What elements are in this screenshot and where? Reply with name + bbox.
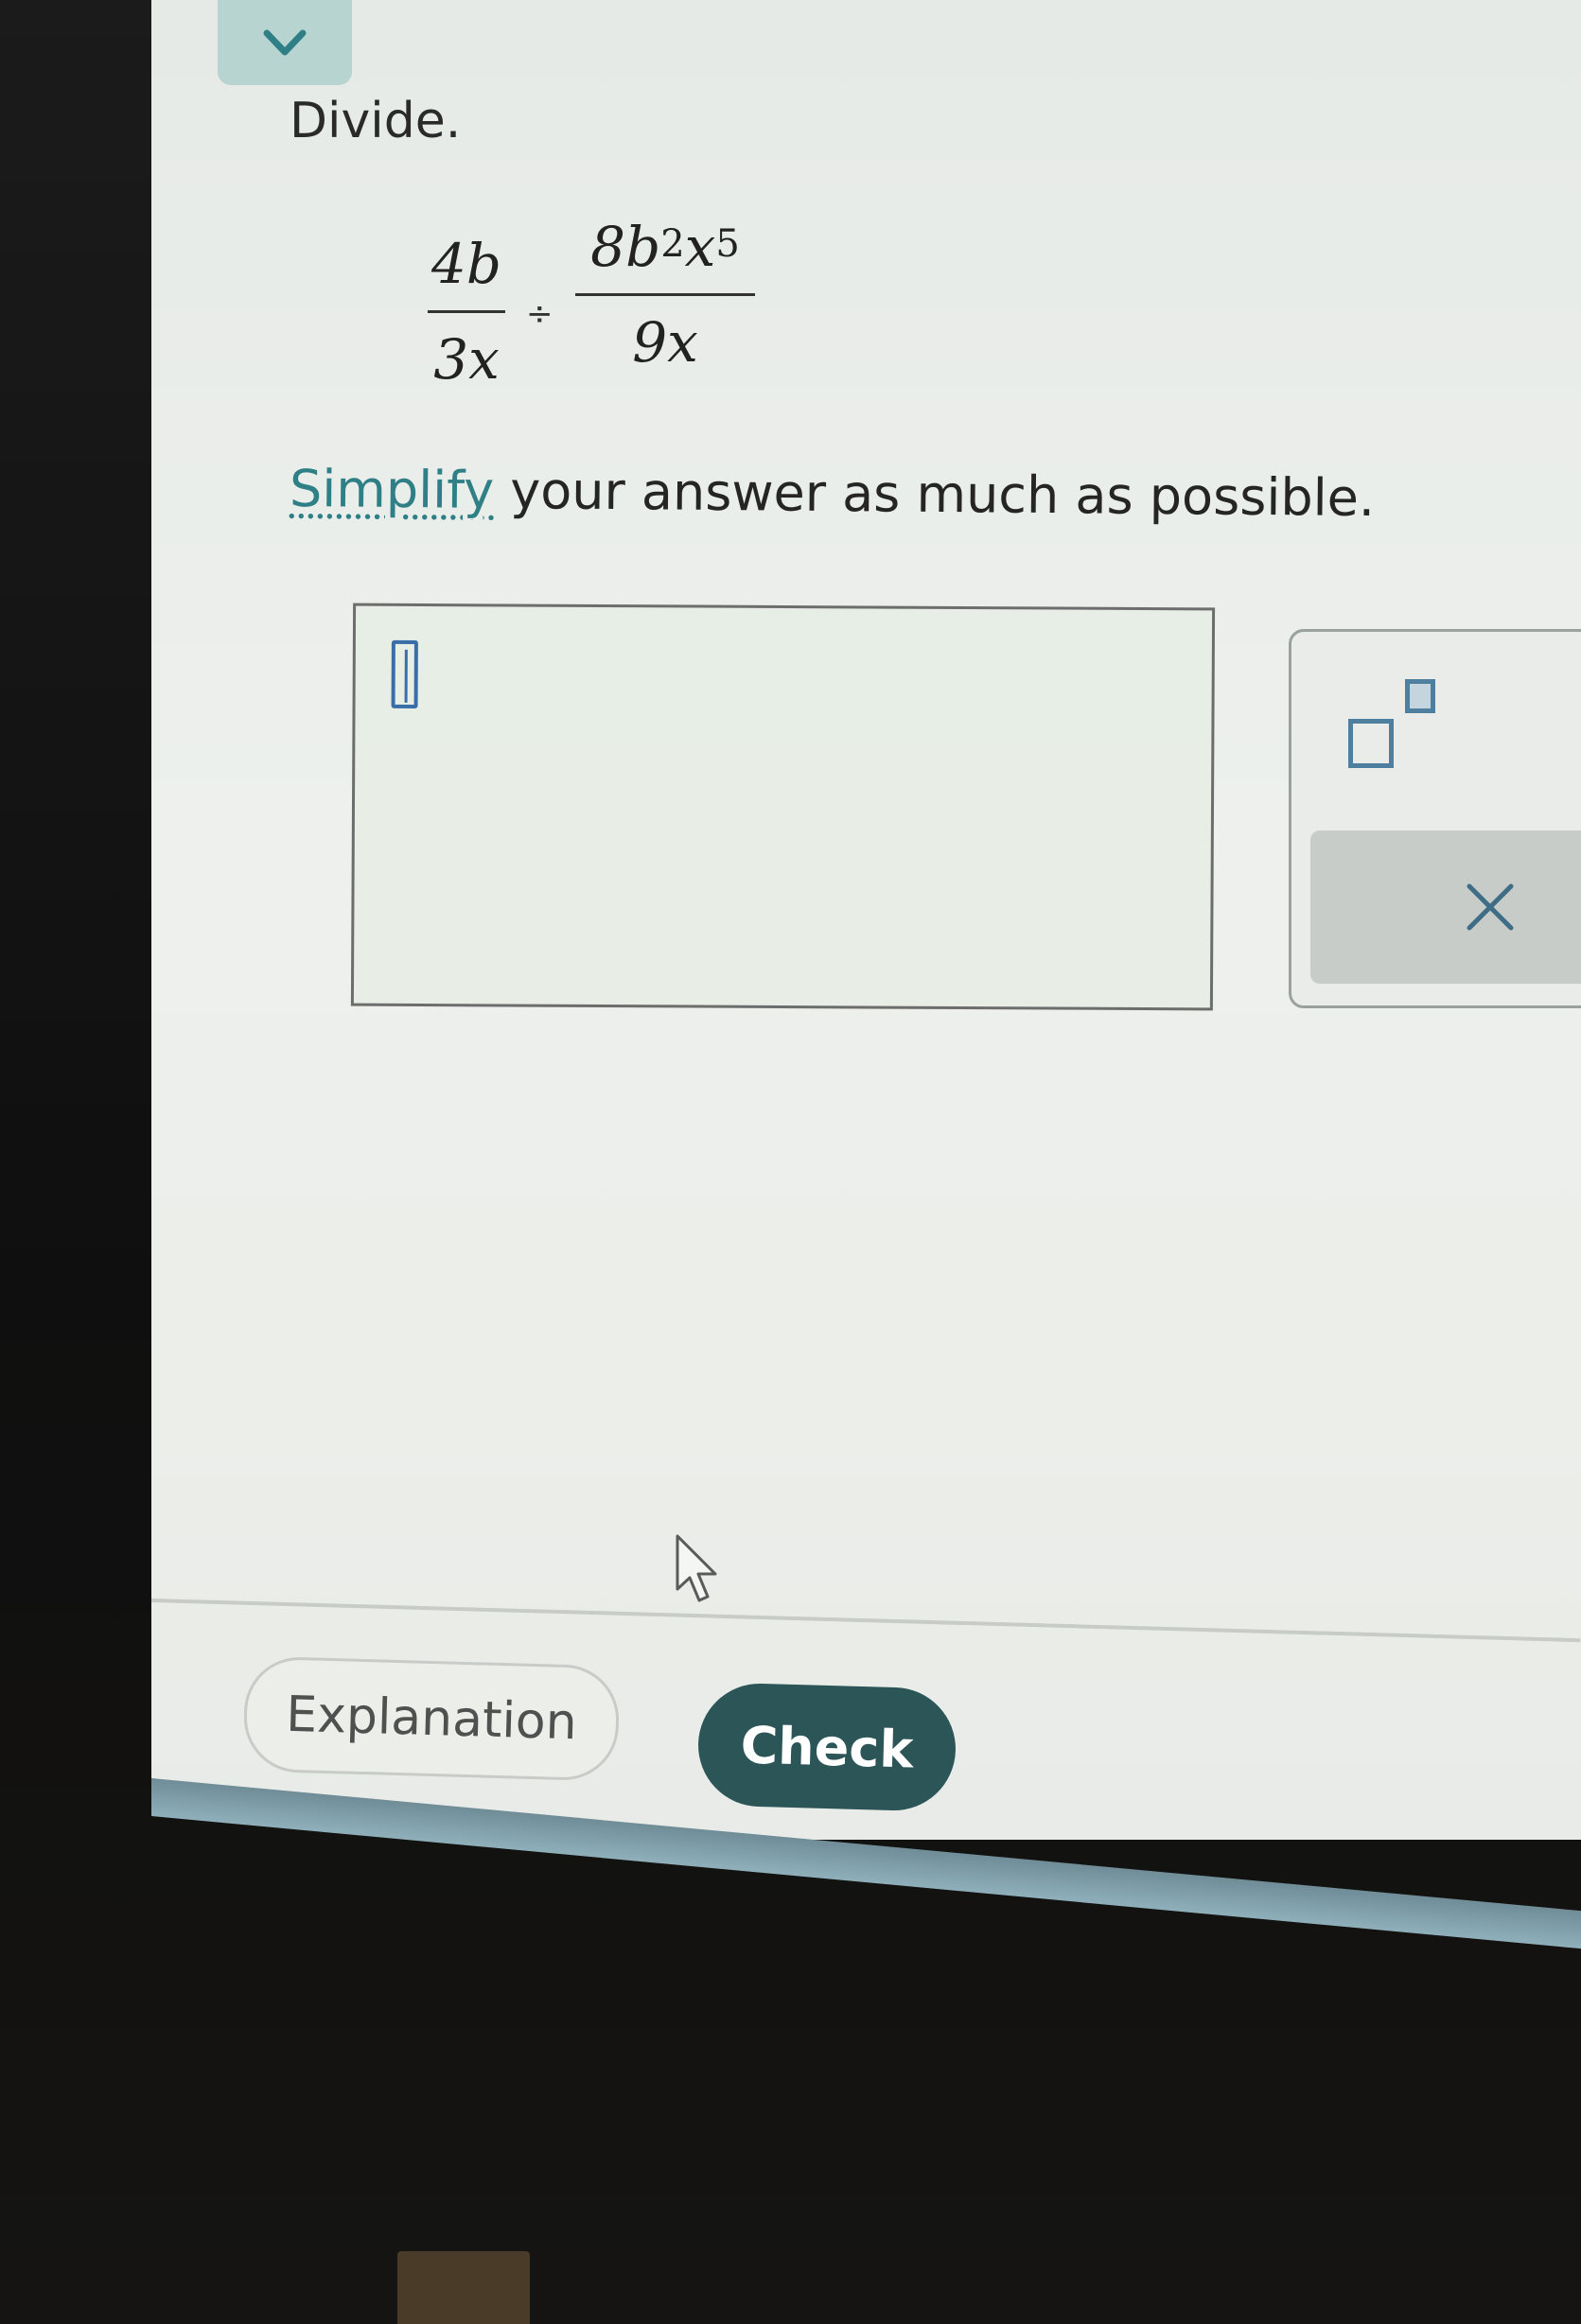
superscript-icon	[1348, 719, 1394, 768]
collapse-tab[interactable]	[218, 0, 352, 85]
fraction-bar	[575, 293, 755, 296]
left-fraction: 4b 3x	[428, 236, 505, 387]
check-button[interactable]: Check	[696, 1682, 957, 1812]
explanation-button[interactable]: Explanation	[242, 1655, 621, 1782]
answer-input[interactable]	[350, 603, 1216, 1011]
mouse-pointer-icon	[676, 1534, 717, 1602]
numerator-variable: x	[684, 215, 716, 279]
numerator-coefficient: 8b	[590, 215, 661, 279]
fraction-bar	[428, 310, 505, 313]
division-operator: ÷	[526, 295, 553, 333]
clear-button[interactable]	[1310, 830, 1581, 984]
footer-divider	[151, 1599, 1581, 1643]
left-numerator: 4b	[430, 232, 502, 296]
close-icon	[1467, 883, 1514, 931]
exponent-b: 2	[660, 222, 685, 266]
superscript-exponent-icon	[1405, 679, 1435, 713]
superscript-button[interactable]	[1348, 679, 1452, 774]
chevron-down-icon	[263, 29, 307, 56]
app-screen: Divide. 4b 3x ÷ 8b2x5 9x Simplify your a…	[151, 0, 1581, 1840]
right-numerator: 8b2x5	[590, 219, 740, 274]
simplify-link[interactable]: Simplify	[290, 459, 495, 520]
instruction-text: your answer as much as possible.	[493, 460, 1376, 529]
input-placeholder-box[interactable]	[391, 639, 418, 708]
exponent-x: 5	[715, 222, 740, 266]
desk-surface	[397, 2251, 530, 2324]
right-denominator: 9x	[632, 310, 698, 375]
math-tool-palette	[1289, 629, 1581, 1008]
right-fraction: 8b2x5 9x	[575, 219, 755, 370]
left-denominator: 3x	[433, 327, 500, 392]
problem-instruction: Divide.	[290, 93, 462, 149]
text-cursor	[404, 649, 408, 703]
simplify-instruction: Simplify your answer as much as possible…	[290, 459, 1376, 528]
